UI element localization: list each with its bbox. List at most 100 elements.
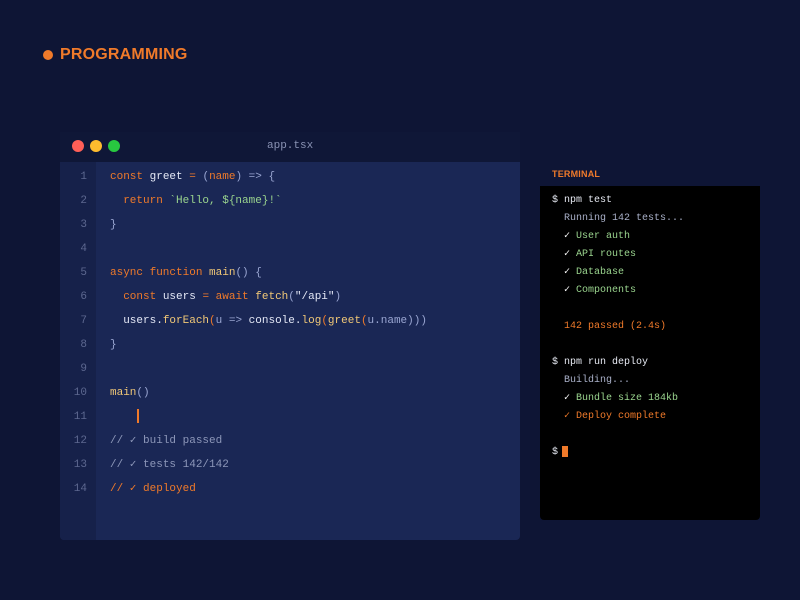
code-comment: // ✓ deployed [110,483,196,495]
test-label: Components [576,285,637,296]
code-token: users [162,291,196,303]
editor-titlebar: app.tsx [60,132,520,162]
code-line: 12 // ✓ build passed [60,429,520,453]
code-token: `Hello, ${name}!` [169,195,282,207]
terminal-line: 142 passed (2.4s) [552,321,667,332]
terminal-line: ✓ Database [552,264,684,282]
code-token: "/api" [294,291,335,303]
code-line: 10 main() [60,381,520,405]
close-window-button[interactable] [72,140,84,152]
terminal-line: $ npm run deploy [552,357,649,368]
code-line: 4 [60,237,520,261]
code-token: users [123,315,157,327]
terminal-line: ✓ Components [552,282,684,300]
code-token: console [248,315,295,327]
code-token: . [294,315,302,327]
code-token: = [182,171,203,183]
terminal-line: ✓ User auth [552,228,684,246]
code-token: () { [235,267,262,279]
code-token: ( [321,315,328,327]
terminal-line: Running 142 tests... [552,213,685,224]
line-number: 7 [80,315,87,327]
terminal-panel[interactable]: $ npm test Running 142 tests... ✓ User a… [540,186,760,520]
code-line: 13 // ✓ tests 142/142 [60,453,520,477]
line-number: 2 [80,195,87,207]
terminal-prompt-line[interactable]: $ [552,444,684,462]
code-comment: // ✓ build passed [110,435,223,447]
code-line: 1 const greet = (name) => { [60,165,520,189]
line-number: 13 [73,459,87,471]
code-line: 2 return `Hello, ${name}!` [60,189,520,213]
maximize-window-button[interactable] [108,140,120,152]
code-token: main [110,387,137,399]
terminal-prompt: $ [552,447,559,458]
code-line: 14 // ✓ deployed [60,477,520,501]
code-editor[interactable]: 1 const greet = (name) => { 2 return `He… [60,162,520,540]
code-comment: // ✓ tests 142/142 [110,459,229,471]
test-label: API routes [576,249,637,260]
check-icon: ✓ [552,231,577,242]
terminal-cursor [562,445,569,457]
bundle-label: Bundle size 184kb [576,393,679,404]
code-token: { [268,171,276,183]
check-icon: ✓ [552,285,577,296]
test-label: Database [576,267,625,278]
code-token: } [110,339,117,351]
code-token: log [301,315,322,327]
terminal-title: TERMINAL [552,169,601,179]
code-line: 6 const users = await fetch("/api") [60,285,520,309]
terminal-line: ✓ Bundle size 184kb [552,390,684,408]
code-token: main [209,267,236,279]
code-token: ( [288,291,295,303]
code-token: await [215,291,249,303]
code-token: => [242,171,269,183]
terminal-line: Building... [552,375,631,386]
code-token: => [222,315,249,327]
text-cursor [137,409,140,424]
code-token: u.name [367,315,408,327]
editor-filename: app.tsx [267,140,314,152]
terminal-line: ✓ Deploy complete [552,411,667,422]
code-token: name [209,171,236,183]
code-token: greet [149,171,183,183]
bullet-dot-icon [43,50,53,60]
code-token: = [195,291,216,303]
line-number: 6 [80,291,87,303]
terminal-header: TERMINAL [540,162,760,186]
line-number: 5 [80,267,87,279]
code-token: ))) [407,315,427,327]
code-token: const [123,291,157,303]
minimize-window-button[interactable] [90,140,102,152]
terminal-line: $ npm test [552,195,613,206]
code-token: ) [334,291,342,303]
line-number: 3 [80,219,87,231]
line-number: 1 [80,171,87,183]
line-number: 4 [80,243,87,255]
line-number: 10 [73,387,87,399]
test-label: User auth [576,231,631,242]
check-icon: ✓ [552,393,577,404]
line-number: 11 [73,411,87,423]
code-token: fetch [255,291,289,303]
code-area[interactable]: 1 const greet = (name) => { 2 return `He… [60,165,520,501]
section-title: PROGRAMMING [60,46,188,63]
code-token: } [110,219,117,231]
code-line: 3 } [60,213,520,237]
code-line: 9 [60,357,520,381]
code-line: 5 async function main() { [60,261,520,285]
terminal-line: ✓ API routes [552,246,684,264]
code-token: () [136,387,150,399]
code-line: 8 } [60,333,520,357]
code-token: async function [110,267,203,279]
line-number: 14 [73,483,87,495]
line-number: 12 [73,435,87,447]
code-token: return [123,195,163,207]
code-token: ( [209,315,216,327]
code-line: 7 users.forEach(u => console.log(greet(u… [60,309,520,333]
code-line: 11 [60,405,520,429]
code-token: const [110,171,144,183]
section-header: PROGRAMMING [43,46,188,64]
